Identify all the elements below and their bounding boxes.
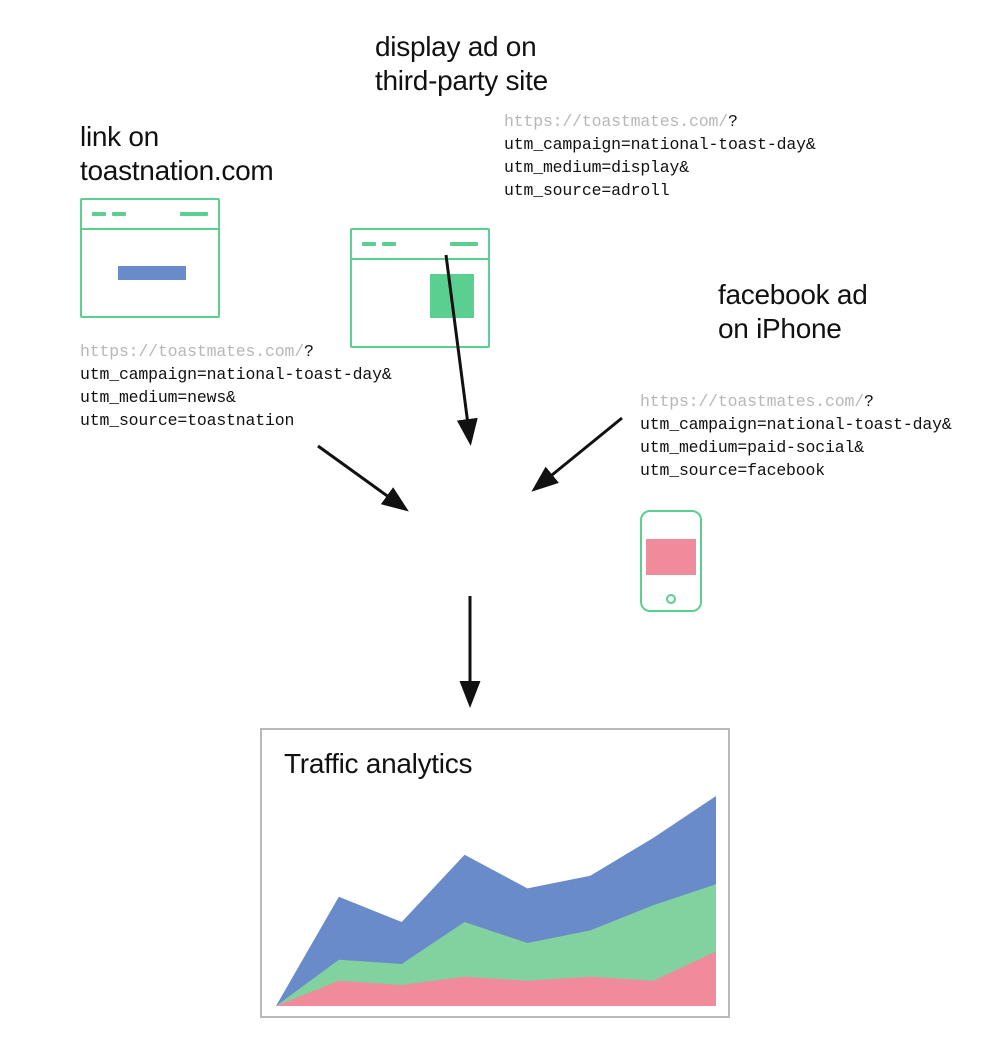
phone-ad-band-icon	[646, 539, 696, 574]
hyperlink-icon	[118, 266, 186, 280]
url-base: https://toastmates.com/	[504, 112, 728, 131]
title-line: display ad on	[375, 30, 548, 64]
source-toastnation-title: link on toastnation.com	[80, 120, 273, 187]
title-line: toastnation.com	[80, 154, 273, 188]
url-base: https://toastmates.com/	[80, 342, 304, 361]
url-param: utm_campaign=national-toast-day&	[640, 413, 952, 436]
analytics-area-chart	[276, 796, 716, 1006]
url-param: utm_source=adroll	[504, 179, 816, 202]
title-line: link on	[80, 120, 273, 154]
url-param: utm_campaign=national-toast-day&	[80, 363, 392, 386]
title-line: third-party site	[375, 64, 548, 98]
title-line: on iPhone	[718, 312, 868, 346]
arrow-facebook-to-site	[536, 418, 622, 488]
url-param: utm_medium=display&	[504, 156, 816, 179]
url-qmark: ?	[304, 342, 314, 361]
url-base: https://toastmates.com/	[640, 392, 864, 411]
analytics-title: Traffic analytics	[284, 748, 472, 780]
source-display-ad-title: display ad on third-party site	[375, 30, 548, 97]
source-facebook-url: https://toastmates.com/? utm_campaign=na…	[640, 390, 952, 482]
url-param: utm_medium=paid-social&	[640, 436, 952, 459]
source-toastnation-url: https://toastmates.com/? utm_campaign=na…	[80, 340, 392, 432]
browser-toolbar-icon	[352, 230, 488, 260]
arrow-toastnation-to-site	[318, 446, 404, 508]
browser-toolbar-icon	[82, 200, 218, 230]
url-qmark: ?	[864, 392, 874, 411]
browser-window-icon	[350, 228, 490, 348]
display-ad-icon	[430, 274, 474, 318]
url-param: utm_campaign=national-toast-day&	[504, 133, 816, 156]
analytics-box: Traffic analytics	[260, 728, 730, 1018]
browser-window-icon	[80, 198, 220, 318]
source-facebook-title: facebook ad on iPhone	[718, 278, 868, 345]
phone-icon	[640, 510, 702, 612]
url-param: utm_source=toastnation	[80, 409, 392, 432]
url-param: utm_source=facebook	[640, 459, 952, 482]
url-param: utm_medium=news&	[80, 386, 392, 409]
phone-home-button-icon	[666, 594, 676, 604]
source-display-ad-url: https://toastmates.com/? utm_campaign=na…	[504, 110, 816, 202]
title-line: facebook ad	[718, 278, 868, 312]
diagram-stage: link on toastnation.com https://toastmat…	[0, 0, 1000, 1054]
url-qmark: ?	[728, 112, 738, 131]
